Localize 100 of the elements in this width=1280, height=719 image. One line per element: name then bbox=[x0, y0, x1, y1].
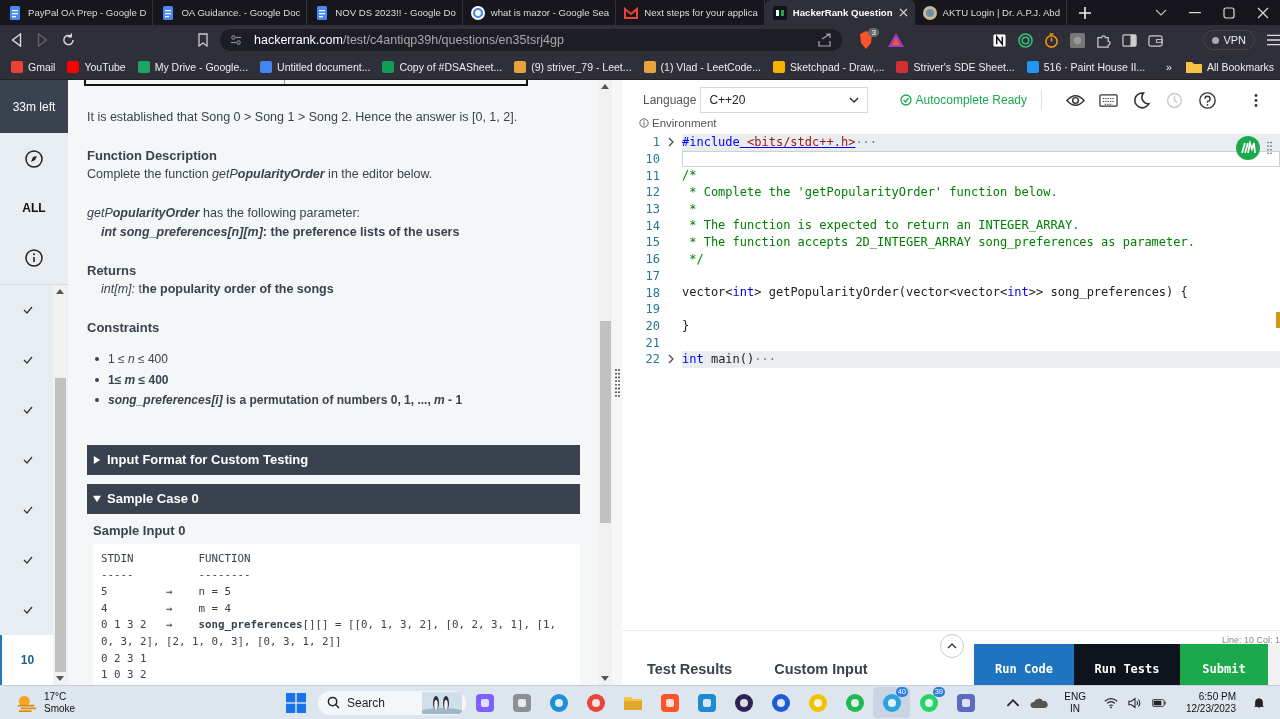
scroll-down-icon[interactable] bbox=[56, 676, 64, 681]
tab-title: Next steps for your applica bbox=[644, 7, 758, 18]
close-icon[interactable] bbox=[898, 8, 908, 17]
maximize-icon[interactable] bbox=[1223, 6, 1235, 19]
cloud-icon[interactable] bbox=[1030, 697, 1049, 708]
parameter-text: int song_preferences[n][m]: the preference lists of the users bbox=[100, 224, 461, 241]
temperature: 17°C bbox=[44, 690, 68, 703]
scroll-up-icon[interactable] bbox=[601, 84, 609, 89]
extension-icon[interactable] bbox=[1236, 136, 1260, 160]
scrollbar[interactable] bbox=[1268, 644, 1280, 685]
check-icon bbox=[22, 306, 33, 314]
keyboard-icon[interactable] bbox=[1099, 91, 1118, 109]
line-number: 16 bbox=[644, 252, 660, 267]
panel-tab[interactable]: Custom Input bbox=[774, 661, 868, 677]
scroll-down-icon[interactable] bbox=[601, 676, 609, 681]
bookmark-icon[interactable] bbox=[198, 33, 208, 47]
bookmark-item[interactable]: (1) Vlad - LeetCode... bbox=[643, 61, 761, 73]
help-icon[interactable] bbox=[1198, 91, 1217, 109]
triangle-icon[interactable] bbox=[888, 33, 905, 47]
menu-icon[interactable] bbox=[1267, 34, 1280, 46]
all-bookmarks[interactable]: All Bookmarks bbox=[1185, 61, 1274, 73]
reload-icon[interactable] bbox=[62, 33, 75, 47]
stopwatch-icon[interactable] bbox=[1044, 32, 1060, 48]
check-icon bbox=[22, 556, 33, 564]
chevron-up-icon[interactable] bbox=[1006, 696, 1021, 709]
check-icon bbox=[22, 506, 33, 514]
info-icon[interactable] bbox=[25, 249, 43, 268]
bookmark-item[interactable]: Striver's SDE Sheet... bbox=[896, 61, 1015, 73]
wifi-icon[interactable] bbox=[1103, 696, 1118, 709]
plus-icon[interactable] bbox=[1079, 6, 1092, 19]
code-line: */ bbox=[688, 250, 704, 268]
filter-all[interactable]: ALL bbox=[22, 201, 46, 216]
bookmark-item[interactable]: (9) striver_79 - Leet... bbox=[514, 61, 632, 73]
bookmark-item[interactable]: Untitled document... bbox=[260, 61, 371, 73]
close-icon[interactable] bbox=[1257, 6, 1269, 19]
wallet-icon[interactable] bbox=[1148, 32, 1164, 48]
battery-icon[interactable] bbox=[1151, 696, 1166, 709]
line-number: 19 bbox=[644, 302, 660, 317]
language-select[interactable]: C++20 bbox=[700, 87, 869, 113]
moon-icon[interactable] bbox=[1132, 91, 1151, 109]
action-button[interactable]: Run Tests bbox=[1074, 644, 1180, 685]
drag-handle-icon[interactable] bbox=[1267, 141, 1272, 155]
clock[interactable]: 6:50 PM 12/23/2023 bbox=[1185, 690, 1236, 715]
bookmark-item[interactable]: Copy of #DSASheet... bbox=[382, 61, 503, 73]
puzzle-icon[interactable] bbox=[1096, 32, 1112, 48]
bookmark-item[interactable]: My Drive - Google... bbox=[137, 61, 249, 73]
action-button[interactable]: Run Code bbox=[974, 644, 1074, 685]
sample-line: 5 → n = 5 bbox=[101, 583, 232, 600]
bookmark-item[interactable]: 516 · Paint House II... bbox=[1026, 61, 1146, 73]
section-heading: Function Description bbox=[87, 147, 218, 165]
compass-icon[interactable] bbox=[25, 149, 43, 168]
browser-tab[interactable]: HackerRank Question bbox=[764, 0, 915, 25]
ribbon-app-icon bbox=[696, 692, 717, 713]
bookmark-item[interactable]: YouTube bbox=[67, 61, 126, 73]
language-indicator[interactable]: ENG IN bbox=[1064, 690, 1086, 715]
bookmark-item[interactable]: Sketchpad - Draw,... bbox=[772, 61, 885, 73]
chevron-right-icon[interactable] bbox=[668, 354, 674, 365]
document-icon bbox=[315, 5, 330, 20]
panel-tab[interactable]: Test Results bbox=[647, 661, 733, 677]
question-item[interactable]: 10 bbox=[0, 635, 53, 685]
share-icon[interactable] bbox=[818, 33, 833, 47]
site-settings-icon[interactable] bbox=[230, 34, 242, 46]
tab-title: what is mazor - Google Sea bbox=[490, 7, 610, 18]
scrollbar[interactable] bbox=[598, 80, 612, 685]
section-heading: Constraints bbox=[87, 319, 161, 337]
circle-app-icon bbox=[807, 692, 828, 713]
description-text: Complete the function getPopularityOrder in the editor below. bbox=[87, 166, 434, 183]
scroll-up-icon[interactable] bbox=[56, 289, 64, 294]
chevron-right-icon[interactable] bbox=[668, 137, 674, 148]
image-icon[interactable] bbox=[1070, 32, 1086, 48]
site-icon bbox=[1026, 61, 1039, 73]
address-bar[interactable]: hackerrank.com/test/c4antiqp39h/questions/en35tsrj4gp bbox=[220, 29, 843, 51]
accordion-header[interactable]: Input Format for Custom Testing bbox=[87, 444, 580, 475]
code-line: * The function is expected to return an INTEGER_ARRAY. bbox=[688, 217, 1080, 235]
sample-line: 1 0 3 2 bbox=[101, 667, 148, 684]
sample-heading: Sample Input 0 bbox=[93, 522, 187, 538]
speaker-icon[interactable] bbox=[1127, 696, 1142, 709]
bell-icon[interactable] bbox=[1252, 696, 1266, 709]
search-field[interactable]: Search bbox=[318, 690, 466, 715]
sidebar-icon[interactable] bbox=[1122, 32, 1138, 48]
sparkle-app-icon bbox=[474, 692, 495, 713]
windows-icon[interactable] bbox=[286, 692, 306, 713]
environment-link[interactable]: Environment bbox=[622, 116, 1280, 130]
more-icon[interactable] bbox=[1254, 91, 1258, 109]
search-icon bbox=[327, 696, 340, 709]
sample-line: 0 2 3 1 bbox=[101, 650, 148, 667]
expand-button[interactable] bbox=[940, 634, 964, 658]
bookmark-item[interactable]: Gmail bbox=[11, 61, 56, 73]
drag-handle-icon[interactable] bbox=[614, 367, 620, 398]
square-n-icon[interactable] bbox=[992, 32, 1008, 48]
accordion-header[interactable]: Sample Case 0 bbox=[87, 483, 580, 514]
line-number: 10 bbox=[644, 152, 660, 167]
scrollbar[interactable] bbox=[53, 285, 67, 685]
constraint-text: song_preferences[i] is a permutation of numbers 0, 1, ..., m - 1 bbox=[108, 392, 463, 409]
back-icon[interactable] bbox=[10, 33, 23, 47]
scroll-marker bbox=[1276, 312, 1280, 328]
target-icon[interactable] bbox=[1018, 32, 1034, 48]
more-bookmarks[interactable]: » bbox=[1166, 61, 1172, 73]
chevron-up-icon bbox=[947, 643, 957, 649]
cursor-position: Line: 10 Col: 1 bbox=[1221, 635, 1280, 645]
